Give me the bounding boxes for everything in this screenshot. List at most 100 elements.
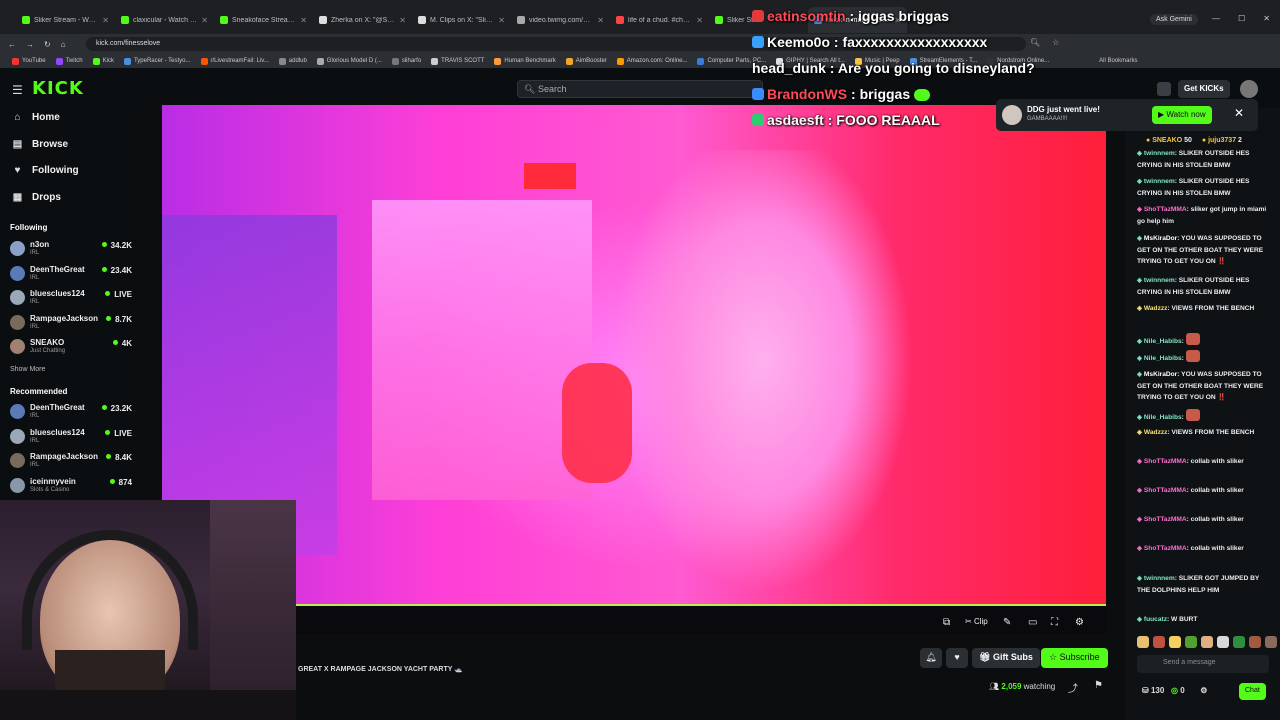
chat-username[interactable]: Wadzzz — [1144, 305, 1168, 312]
tab-close-icon[interactable]: ✕ — [300, 16, 307, 25]
bookmark-item[interactable]: r/LivestreamFail: Liv... — [200, 57, 269, 65]
search-input[interactable]: 🔍︎ Search — [517, 80, 763, 98]
chat-username[interactable]: twinnnem — [1144, 178, 1175, 185]
chat-username[interactable]: ShoTTazMMA — [1144, 545, 1187, 552]
get-kicks-button[interactable]: Get KICKs — [1178, 80, 1230, 98]
chat-username[interactable]: Wadzzz — [1144, 429, 1168, 436]
browser-tab[interactable]: Sliker Stream - Watch li ✕ — [16, 7, 115, 33]
ask-gemini-button[interactable]: Ask Gemini — [1150, 14, 1198, 25]
tab-close-icon[interactable]: ✕ — [399, 16, 406, 25]
settings-icon[interactable]: ⚙ — [1075, 617, 1084, 628]
emote-icon[interactable] — [1217, 636, 1229, 648]
video-player[interactable] — [162, 105, 1106, 605]
chat-username[interactable]: Nile_Habibs — [1144, 355, 1182, 362]
browser-tab[interactable]: M. Clips on X: "Sliker ✕ — [412, 7, 511, 33]
maximize-icon[interactable]: ☐ — [1238, 14, 1245, 23]
tab-close-icon[interactable]: ✕ — [696, 16, 703, 25]
bookmark-item[interactable]: AimBooster — [565, 57, 607, 65]
back-icon[interactable]: ← — [8, 40, 16, 49]
show-more-link[interactable]: Show More — [10, 366, 45, 373]
store-icon[interactable] — [1157, 82, 1171, 96]
channel-item[interactable]: SNEAKO Just Chatting 4K — [10, 335, 134, 359]
chat-username[interactable]: ShoTTazMMA — [1144, 487, 1187, 494]
bookmark-item[interactable]: Glorious Model D (... — [316, 57, 382, 65]
chat-username[interactable]: twinnnem — [1144, 277, 1175, 284]
channel-item[interactable]: bluesclues124 IRL LIVE — [10, 286, 134, 310]
zoom-icon[interactable]: 🔍︎ — [1030, 38, 1040, 47]
bookmark-item[interactable]: Human Benchmark — [494, 57, 556, 65]
miniplayer-icon[interactable]: ▭ — [1028, 617, 1037, 628]
bookmark-item[interactable]: TypeRacer - Testyo... — [123, 57, 191, 65]
subscribe-button[interactable]: ☆ Subscribe — [1041, 648, 1108, 668]
channel-item[interactable]: RampageJackson IRL 8.4K — [10, 449, 134, 473]
channel-item[interactable]: RampageJackson IRL 8.7K — [10, 311, 134, 335]
chat-username[interactable]: MsKiraDor — [1144, 235, 1177, 242]
clip-button[interactable]: ✂ Clip — [965, 617, 988, 626]
sidebar-item-home[interactable]: ⌂ Home — [12, 112, 59, 123]
bookmark-item[interactable]: Twitch — [55, 57, 83, 65]
watch-now-button[interactable]: ▶ Watch now — [1152, 106, 1212, 124]
reload-icon[interactable]: ↻ — [44, 40, 51, 49]
all-bookmarks[interactable]: All Bookmarks — [1099, 58, 1137, 64]
fullscreen-icon[interactable]: ⛶ — [1051, 617, 1058, 628]
browser-tab[interactable]: life of a chud. #chudma ✕ — [610, 7, 709, 33]
report-icon[interactable]: ⚑ — [1094, 680, 1103, 691]
chat-username[interactable]: ShoTTazMMA — [1144, 458, 1187, 465]
emote-icon[interactable] — [1265, 636, 1277, 648]
chat-username[interactable]: fuucatz — [1144, 616, 1167, 623]
chat-username[interactable]: Nile_Habibs — [1144, 338, 1182, 345]
emote-icon[interactable] — [1169, 636, 1181, 648]
channel-item[interactable]: bluesclues124 IRL LIVE — [10, 425, 134, 449]
chat-username[interactable]: ShoTTazMMA — [1144, 516, 1187, 523]
sidebar-item-following[interactable]: ♥ Following — [12, 165, 79, 176]
sidebar-item-drops[interactable]: ▦ Drops — [12, 192, 61, 203]
bookmark-star-icon[interactable]: ☆ — [1052, 38, 1059, 47]
bookmark-item[interactable]: sliharfo — [391, 57, 421, 65]
chat-username[interactable]: ShoTTazMMA — [1144, 206, 1187, 213]
bookmark-item[interactable]: addlub — [278, 57, 307, 65]
close-notification-icon[interactable]: ✕ — [1234, 106, 1244, 120]
sidebar-item-browse[interactable]: ▤ Browse — [12, 139, 68, 150]
video-progress-bar[interactable] — [296, 604, 1106, 606]
emote-icon[interactable] — [1185, 636, 1197, 648]
kick-logo[interactable]: KICK — [32, 78, 84, 99]
bookmark-item[interactable]: Amazon.com: Online... — [616, 57, 687, 65]
theater-mode-icon[interactable]: ⧉ — [943, 617, 950, 628]
channel-item[interactable]: DeenTheGreat IRL 23.2K — [10, 400, 134, 424]
channel-item[interactable]: DeenTheGreat IRL 23.4K — [10, 262, 134, 286]
chat-input[interactable]: Send a message — [1137, 655, 1269, 673]
browser-tab[interactable]: claxicular - Watch clip ✕ — [115, 7, 214, 33]
emote-icon[interactable] — [1201, 636, 1213, 648]
emote-icon[interactable] — [1153, 636, 1165, 648]
channel-item[interactable]: n3on IRL 34.2K — [10, 237, 134, 261]
home-icon[interactable]: ⌂ — [61, 40, 66, 49]
chat-username[interactable]: MsKiraDor — [1144, 371, 1177, 378]
forward-icon[interactable]: → — [26, 40, 34, 49]
bookmark-item[interactable]: YouTube — [12, 57, 46, 65]
bookmark-item[interactable]: TRAVIS SCOTT — [431, 57, 484, 65]
chat-username[interactable]: twinnnem — [1144, 575, 1175, 582]
share-icon[interactable]: ⤴ — [1068, 680, 1078, 695]
notification-bell-icon[interactable]: 🔔︎ — [920, 648, 942, 668]
tab-close-icon[interactable]: ✕ — [102, 16, 109, 25]
minimize-icon[interactable]: — — [1212, 14, 1220, 23]
emote-icon[interactable] — [1249, 636, 1261, 648]
emote-icon[interactable] — [1137, 636, 1149, 648]
follow-heart-icon[interactable]: ♥ — [946, 648, 968, 668]
edit-icon[interactable]: ✎ — [1003, 617, 1011, 628]
chat-username[interactable]: twinnnem — [1144, 150, 1175, 157]
emote-icon[interactable] — [1233, 636, 1245, 648]
chat-username[interactable]: Nile_Habibs — [1144, 414, 1182, 421]
tab-close-icon[interactable]: ✕ — [201, 16, 208, 25]
close-icon[interactable]: ✕ — [1263, 14, 1270, 23]
tab-close-icon[interactable]: ✕ — [597, 16, 604, 25]
chat-send-button[interactable]: Chat — [1239, 683, 1266, 700]
menu-icon[interactable]: ☰ — [12, 83, 23, 97]
browser-tab[interactable]: Zherka on X: "@Sliker ✕ — [313, 7, 412, 33]
channel-item[interactable]: iceinmyvein Slots & Casino 874 — [10, 474, 134, 498]
chat-settings-icon[interactable]: ⚙ — [1200, 686, 1207, 695]
tab-close-icon[interactable]: ✕ — [498, 16, 505, 25]
browser-tab[interactable]: video.twimg.com/amp ✕ — [511, 7, 610, 33]
browser-tab[interactable]: Sneakoface Stream - W ✕ — [214, 7, 313, 33]
user-avatar[interactable] — [1240, 80, 1258, 98]
